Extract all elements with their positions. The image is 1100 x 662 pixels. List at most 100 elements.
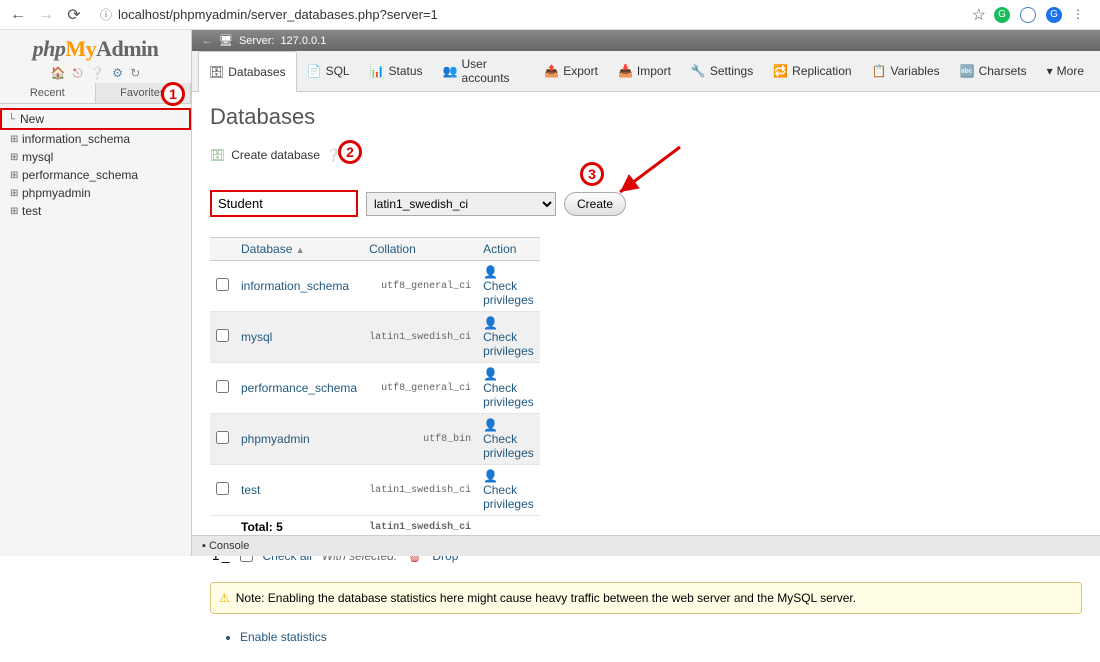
users-icon: 👥 <box>443 64 458 78</box>
home-icon[interactable]: 🏠 <box>51 66 66 80</box>
tree-new[interactable]: └ New <box>0 108 191 130</box>
row-checkbox[interactable] <box>216 380 229 393</box>
url-bar[interactable]: ⓘ localhost/phpmyadmin/server_databases.… <box>92 6 964 23</box>
db-link[interactable]: information_schema <box>241 279 349 293</box>
replication-icon: 🔁 <box>773 64 788 78</box>
nav-tab-import[interactable]: 📥Import <box>608 51 681 91</box>
import-icon: 📥 <box>618 64 633 78</box>
settings-icon: 🔧 <box>691 64 706 78</box>
priv-icon: 👤 <box>483 265 498 279</box>
note-box: ⚠ Note: Enabling the database statistics… <box>210 582 1082 614</box>
tree-item-performance-schema[interactable]: ⊞performance_schema <box>0 166 191 184</box>
tab-recent[interactable]: Recent <box>0 83 96 103</box>
row-checkbox[interactable] <box>216 329 229 342</box>
note-text: Note: Enabling the database statistics h… <box>236 591 856 605</box>
table-row: phpmyadminutf8_bin👤 Check privileges <box>210 414 540 465</box>
row-checkbox[interactable] <box>216 278 229 291</box>
collation-select[interactable]: latin1_swedish_ci <box>366 192 556 216</box>
logo[interactable]: phpMyAdmin <box>0 30 191 64</box>
sidebar-mini-toolbar: 🏠 ⎋ ❔ ⚙ ↻ <box>0 64 191 83</box>
export-icon: 📤 <box>544 64 559 78</box>
nav-tab-user-accounts[interactable]: 👥User accounts <box>433 51 535 91</box>
page-title: Databases <box>210 104 1082 130</box>
star-icon[interactable]: ☆ <box>972 5 986 25</box>
reload-nav-icon[interactable]: ↻ <box>130 66 140 80</box>
create-db-label: Create database <box>231 148 320 162</box>
reload-button[interactable]: ⟳ <box>64 5 84 25</box>
db-tree: └ New ⊞information_schema ⊞mysql ⊞perfor… <box>0 104 191 224</box>
forward-button[interactable]: → <box>36 5 56 25</box>
back-button[interactable]: ← <box>8 5 28 25</box>
nav-tab-settings[interactable]: 🔧Settings <box>681 51 763 91</box>
priv-icon: 👤 <box>483 469 498 483</box>
tree-new-label: New <box>20 112 44 126</box>
check-privileges-link[interactable]: Check privileges <box>483 330 534 358</box>
db-link[interactable]: performance_schema <box>241 381 357 395</box>
server-name: 127.0.0.1 <box>280 35 326 47</box>
menu-icon[interactable]: ⋮ <box>1072 7 1084 23</box>
nav-tab-status[interactable]: 📊Status <box>360 51 433 91</box>
enable-statistics-link[interactable]: Enable statistics <box>240 630 327 644</box>
sql-icon[interactable]: ⚙ <box>112 66 123 80</box>
tree-item-information-schema[interactable]: ⊞information_schema <box>0 130 191 148</box>
database-table: Database ▲ Collation Action information_… <box>210 237 540 539</box>
url-text: localhost/phpmyadmin/server_databases.ph… <box>118 7 438 22</box>
sidebar: phpMyAdmin 🏠 ⎋ ❔ ⚙ ↻ Recent Favorites 1 … <box>0 30 192 556</box>
annotation-arrow <box>610 142 690 202</box>
content-area: ← 🖥 Server: 127.0.0.1 🗄Databases 📄SQL 📊S… <box>192 30 1100 556</box>
nav-tab-export[interactable]: 📤Export <box>534 51 608 91</box>
docs-icon[interactable]: ❔ <box>90 66 105 80</box>
more-icon: ▾ <box>1047 64 1053 78</box>
priv-icon: 👤 <box>483 316 498 330</box>
extension-icon-2[interactable] <box>1020 7 1036 23</box>
annotation-1: 1 <box>161 82 185 106</box>
collapse-nav-icon[interactable]: ← <box>202 35 213 47</box>
create-db-icon: 🗄 <box>210 148 225 162</box>
table-row: mysqllatin1_swedish_ci👤 Check privileges <box>210 312 540 363</box>
tree-item-mysql[interactable]: ⊞mysql <box>0 148 191 166</box>
row-checkbox[interactable] <box>216 431 229 444</box>
warning-icon: ⚠ <box>219 591 230 605</box>
priv-icon: 👤 <box>483 418 498 432</box>
server-breadcrumb: ← 🖥 Server: 127.0.0.1 <box>192 30 1100 51</box>
tree-item-phpmyadmin[interactable]: ⊞phpmyadmin <box>0 184 191 202</box>
row-checkbox[interactable] <box>216 482 229 495</box>
db-link[interactable]: mysql <box>241 330 272 344</box>
nav-tab-sql[interactable]: 📄SQL <box>297 51 360 91</box>
check-privileges-link[interactable]: Check privileges <box>483 432 534 460</box>
nav-tab-replication[interactable]: 🔁Replication <box>763 51 861 91</box>
databases-icon: 🗄 <box>209 65 224 79</box>
status-icon: 📊 <box>370 64 385 78</box>
nav-tab-charsets[interactable]: 🔤Charsets <box>950 51 1037 91</box>
nav-tab-databases[interactable]: 🗄Databases <box>198 51 297 92</box>
col-action: Action <box>477 238 540 261</box>
console-bar[interactable]: ▪ Console <box>192 535 1100 556</box>
table-row: performance_schemautf8_general_ci👤 Check… <box>210 363 540 414</box>
profile-icon[interactable]: G <box>1046 7 1062 23</box>
charsets-icon: 🔤 <box>960 64 975 78</box>
nav-tab-variables[interactable]: 📋Variables <box>862 51 950 91</box>
table-row: information_schemautf8_general_ci👤 Check… <box>210 261 540 312</box>
check-privileges-link[interactable]: Check privileges <box>483 381 534 409</box>
db-link[interactable]: phpmyadmin <box>241 432 310 446</box>
tree-item-test[interactable]: ⊞test <box>0 202 191 220</box>
check-privileges-link[interactable]: Check privileges <box>483 483 534 511</box>
top-nav-tabs: 🗄Databases 📄SQL 📊Status 👥User accounts 📤… <box>192 51 1100 92</box>
server-icon: 🖥 <box>219 34 233 47</box>
dbname-input[interactable] <box>210 190 358 217</box>
check-privileges-link[interactable]: Check privileges <box>483 279 534 307</box>
priv-icon: 👤 <box>483 367 498 381</box>
console-icon: ▪ <box>202 540 206 552</box>
col-collation[interactable]: Collation <box>363 238 477 261</box>
annotation-2: 2 <box>338 140 362 164</box>
db-link[interactable]: test <box>241 483 260 497</box>
info-icon: ⓘ <box>100 6 112 23</box>
nav-tab-more[interactable]: ▾More <box>1037 51 1094 91</box>
server-label: Server: <box>239 35 274 47</box>
col-database[interactable]: Database ▲ <box>235 238 363 261</box>
sql-tab-icon: 📄 <box>307 64 322 78</box>
logout-icon[interactable]: ⎋ <box>73 66 83 80</box>
browser-toolbar: ← → ⟳ ⓘ localhost/phpmyadmin/server_data… <box>0 0 1100 30</box>
annotation-3: 3 <box>580 162 604 186</box>
extension-icon-1[interactable]: G <box>994 7 1010 23</box>
